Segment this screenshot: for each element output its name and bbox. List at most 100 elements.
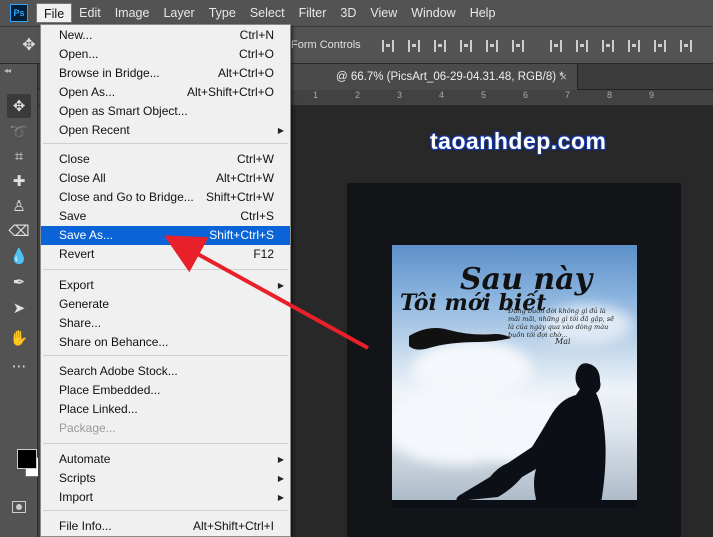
menu-item-label: Open As... xyxy=(59,85,116,99)
menu-item-label: Close and Go to Bridge... xyxy=(59,190,194,204)
menu-item-shortcut: Alt+Shift+Ctrl+O xyxy=(186,85,274,99)
menu-search-adobe-stock[interactable]: Search Adobe Stock... xyxy=(41,362,290,381)
menu-save[interactable]: Save Ctrl+S xyxy=(41,207,290,226)
menu-close[interactable]: Close Ctrl+W xyxy=(41,150,290,169)
menu-item-label: Close All xyxy=(59,171,106,185)
menu-3d[interactable]: 3D xyxy=(333,3,363,23)
menu-view[interactable]: View xyxy=(363,3,404,23)
menu-separator xyxy=(43,143,288,144)
menu-item-label: New... xyxy=(59,28,93,42)
menu-close-all[interactable]: Close All Alt+Ctrl+W xyxy=(41,169,290,188)
menu-item-label: Automate xyxy=(59,452,111,466)
photo-small-text: Đừng buồn đời không gì đủ là mãi mãi, nh… xyxy=(508,307,614,339)
menu-edit[interactable]: Edit xyxy=(72,3,108,23)
menu-item-shortcut: Ctrl+W xyxy=(237,152,274,166)
distribute-left-icon[interactable] xyxy=(621,37,647,55)
menu-item-label: Export xyxy=(59,278,94,292)
menu-item-label: Place Linked... xyxy=(59,402,138,416)
selection-arrow-icon[interactable]: ➤ xyxy=(7,296,31,320)
menu-item-label: Package... xyxy=(59,421,116,435)
transform-controls-label[interactable]: Form Controls xyxy=(291,39,361,51)
menu-image[interactable]: Image xyxy=(108,3,157,23)
healing-brush-icon[interactable]: ✚ xyxy=(7,169,31,193)
align-hcenter-icon[interactable] xyxy=(479,37,505,55)
clone-stamp-icon[interactable]: ♙ xyxy=(7,194,31,218)
ruler-number: 8 xyxy=(607,90,613,100)
blur-tool-icon[interactable]: 💧 xyxy=(7,244,31,268)
collapse-icon[interactable]: ◂◂ xyxy=(4,66,11,75)
menu-revert[interactable]: Revert F12 xyxy=(41,245,290,264)
align-vcenter-icon[interactable] xyxy=(401,37,427,55)
menu-save-as[interactable]: Save As... Shift+Ctrl+S xyxy=(41,226,290,245)
menu-share-on-behance[interactable]: Share on Behance... xyxy=(41,333,290,352)
lasso-tool-icon[interactable]: ➰ xyxy=(7,120,31,144)
document-tab-title: @ 66.7% (PicsArt_06-29-04.31.48, RGB/8) … xyxy=(336,71,564,83)
menu-item-shortcut: F12 xyxy=(253,247,274,261)
menu-open[interactable]: Open... Ctrl+O xyxy=(41,45,290,64)
menu-generate[interactable]: Generate xyxy=(41,295,290,314)
distribute-vcenter-icon[interactable] xyxy=(569,37,595,55)
file-menu-dropdown: New... Ctrl+N Open... Ctrl+O Browse in Bri… xyxy=(40,24,291,537)
move-tool-icon[interactable]: ✥ xyxy=(20,37,38,55)
distribute-hcenter-icon[interactable] xyxy=(647,37,673,55)
align-buttons xyxy=(375,37,699,55)
menu-package: Package... xyxy=(41,419,290,438)
menu-share[interactable]: Share... xyxy=(41,314,290,333)
menu-open-as[interactable]: Open As... Alt+Shift+Ctrl+O xyxy=(41,83,290,102)
menu-item-label: Save As... xyxy=(59,228,114,242)
menu-item-label: Share... xyxy=(59,316,102,330)
ruler-number: 3 xyxy=(397,90,403,100)
distribute-top-icon[interactable] xyxy=(543,37,569,55)
menu-export[interactable]: Export ▶ xyxy=(41,276,290,295)
menu-scripts[interactable]: Scripts ▶ xyxy=(41,469,290,488)
menu-item-shortcut: Alt+Ctrl+O xyxy=(217,66,274,80)
foreground-color-swatch[interactable] xyxy=(17,449,37,469)
crop-tool-icon[interactable]: ⌗ xyxy=(7,144,31,168)
menu-automate[interactable]: Automate ▶ xyxy=(41,450,290,469)
ruler-number: 7 xyxy=(565,90,571,100)
distribute-bottom-icon[interactable] xyxy=(595,37,621,55)
menu-place-linked[interactable]: Place Linked... xyxy=(41,400,290,419)
pen-tool-icon[interactable]: ✒ xyxy=(7,270,31,294)
menu-file[interactable]: File xyxy=(36,3,73,23)
menu-item-label: Share on Behance... xyxy=(59,335,169,349)
menu-separator xyxy=(43,269,288,270)
align-left-icon[interactable] xyxy=(453,37,479,55)
toolbox: ◂◂ ✥ ➰ ⌗ ✚ ♙ ⌫ 💧 ✒ ➤ ✋ ⋯ xyxy=(0,64,45,537)
menu-item-label: Search Adobe Stock... xyxy=(59,364,178,378)
menu-file-info[interactable]: File Info... Alt+Shift+Ctrl+I xyxy=(41,517,290,536)
menu-place-embedded[interactable]: Place Embedded... xyxy=(41,381,290,400)
menu-import[interactable]: Import ▶ xyxy=(41,488,290,507)
align-top-icon[interactable] xyxy=(375,37,401,55)
menu-close-and-go-to-bridge[interactable]: Close and Go to Bridge... Shift+Ctrl+W xyxy=(41,188,290,207)
more-tools-icon[interactable]: ⋯ xyxy=(7,354,31,378)
menu-item-shortcut: Alt+Shift+Ctrl+I xyxy=(192,519,274,533)
move-tool-icon[interactable]: ✥ xyxy=(7,94,31,118)
menu-layer[interactable]: Layer xyxy=(156,3,201,23)
quick-mask-icon[interactable] xyxy=(12,501,26,513)
menu-item-label: Close xyxy=(59,152,90,166)
photoshop-logo: Ps xyxy=(10,4,28,22)
menu-open-as-smart-object[interactable]: Open as Smart Object... xyxy=(41,102,290,121)
menu-type[interactable]: Type xyxy=(202,3,243,23)
ruler-number: 1 xyxy=(313,90,319,100)
ruler-number: 9 xyxy=(649,90,655,100)
document-tab[interactable]: @ 66.7% (PicsArt_06-29-04.31.48, RGB/8) … xyxy=(288,64,578,90)
align-bottom-icon[interactable] xyxy=(427,37,453,55)
submenu-arrow-icon: ▶ xyxy=(277,474,284,483)
menu-item-label: Open as Smart Object... xyxy=(59,104,188,118)
menu-browse-in-bridge[interactable]: Browse in Bridge... Alt+Ctrl+O xyxy=(41,64,290,83)
menu-filter[interactable]: Filter xyxy=(292,3,334,23)
submenu-arrow-icon: ▶ xyxy=(277,493,284,502)
menu-help[interactable]: Help xyxy=(463,3,503,23)
menu-window[interactable]: Window xyxy=(404,3,462,23)
menu-item-label: Browse in Bridge... xyxy=(59,66,160,80)
menu-new[interactable]: New... Ctrl+N xyxy=(41,26,290,45)
hand-tool-icon[interactable]: ✋ xyxy=(7,326,31,350)
eraser-tool-icon[interactable]: ⌫ xyxy=(7,219,31,243)
menu-open-recent[interactable]: Open Recent ▶ xyxy=(41,121,290,140)
align-right-icon[interactable] xyxy=(505,37,531,55)
menu-select[interactable]: Select xyxy=(243,3,292,23)
distribute-right-icon[interactable] xyxy=(673,37,699,55)
close-tab-icon[interactable]: × xyxy=(560,64,567,90)
